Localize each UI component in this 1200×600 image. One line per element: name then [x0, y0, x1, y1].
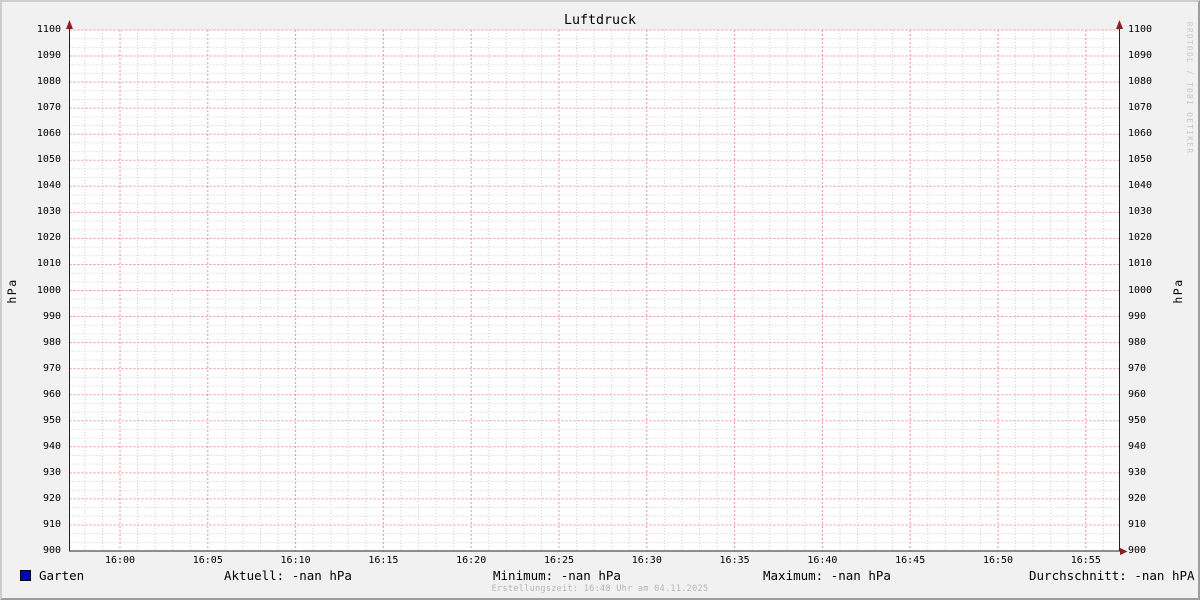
y-tick-label-right: 1070: [1128, 102, 1153, 114]
y-tick-label-right: 910: [1128, 518, 1147, 530]
y-tick-label-left: 1000: [36, 284, 61, 296]
y-tick-label-right: 920: [1128, 492, 1147, 504]
y-tick-label-left: 900: [42, 545, 61, 556]
chart-plot-area: [2, 2, 1198, 598]
y-tick-label-right: 940: [1128, 440, 1147, 452]
x-tick-label: 16:15: [368, 555, 399, 566]
x-tick-label: 16:55: [1070, 555, 1101, 566]
y-tick-label-right: 1050: [1128, 154, 1153, 166]
rrdtool-watermark: RRDTOOL / TOBI OETIKER: [1185, 22, 1194, 155]
y-tick-label-left: 910: [42, 518, 61, 530]
y-axis-unit-right: hPa: [1171, 278, 1185, 304]
y-tick-label-left: 1080: [36, 76, 61, 88]
y-tick-label-right: 930: [1128, 466, 1147, 478]
y-tick-label-left: 970: [42, 362, 61, 374]
y-tick-label-right: 1060: [1128, 128, 1153, 140]
y-tick-label-left: 1020: [36, 232, 61, 244]
x-tick-label: 16:30: [631, 555, 662, 566]
y-tick-label-left: 1010: [36, 258, 61, 270]
stat-maximum: Maximum: -nan hPa: [763, 568, 891, 583]
series-name: Garten: [39, 568, 85, 583]
y-tick-label-left: 950: [42, 414, 61, 426]
y-tick-label-left: 990: [42, 310, 61, 322]
y-tick-label-left: 1040: [36, 180, 61, 192]
y-tick-label-left: 1050: [36, 154, 61, 166]
y-tick-label-left: 960: [42, 388, 61, 400]
y-tick-label-right: 960: [1128, 388, 1147, 400]
y-tick-label-right: 990: [1128, 310, 1147, 322]
y-tick-label-right: 1100: [1128, 24, 1153, 35]
y-tick-label-right: 1080: [1128, 76, 1153, 88]
y-tick-label-left: 1070: [36, 102, 61, 114]
stat-aktuell: Aktuell: -nan hPa: [224, 568, 352, 583]
stat-durchschnitt: Durchschnitt: -nan hPA: [1029, 568, 1195, 583]
x-tick-label: 16:25: [543, 555, 575, 566]
y-tick-label-right: 1040: [1128, 180, 1153, 192]
x-tick-label: 16:20: [456, 555, 487, 566]
y-tick-label-left: 1100: [36, 24, 61, 35]
y-tick-label-left: 1030: [36, 206, 61, 218]
y-tick-label-right: 970: [1128, 362, 1147, 374]
y-tick-label-right: 1030: [1128, 206, 1153, 218]
x-tick-label: 16:50: [982, 555, 1014, 566]
y-tick-label-right: 1000: [1128, 284, 1153, 296]
y-tick-label-right: 1010: [1128, 258, 1153, 270]
series-color-swatch: [20, 570, 31, 581]
y-tick-label-right: 900: [1128, 545, 1147, 556]
y-tick-label-left: 920: [42, 492, 61, 504]
y-tick-label-left: 980: [42, 336, 61, 348]
x-tick-label: 16:35: [719, 555, 750, 566]
y-tick-label-right: 950: [1128, 414, 1147, 426]
creation-time: Erstellungszeit: 16:48 Uhr am 04.11.2025: [491, 584, 709, 594]
y-tick-label-right: 1090: [1128, 50, 1153, 62]
y-tick-label-left: 1060: [36, 128, 61, 140]
x-tick-label: 16:45: [895, 555, 926, 566]
y-tick-label-right: 1020: [1128, 232, 1153, 244]
rrdtool-graph: Luftdruck hPa hPa 1100 1100 1090 1090 1080 10…: [0, 0, 1200, 600]
y-tick-label-left: 940: [42, 440, 61, 452]
x-tick-label: 16:40: [807, 555, 838, 566]
x-tick-label: 16:00: [104, 555, 136, 566]
x-tick-label: 16:10: [280, 555, 311, 566]
x-tick-label: 16:05: [192, 555, 223, 566]
y-tick-label-left: 1090: [36, 50, 61, 62]
y-tick-label-left: 930: [42, 466, 61, 478]
y-tick-label-right: 980: [1128, 336, 1147, 348]
stat-minimum: Minimum: -nan hPa: [493, 568, 621, 583]
